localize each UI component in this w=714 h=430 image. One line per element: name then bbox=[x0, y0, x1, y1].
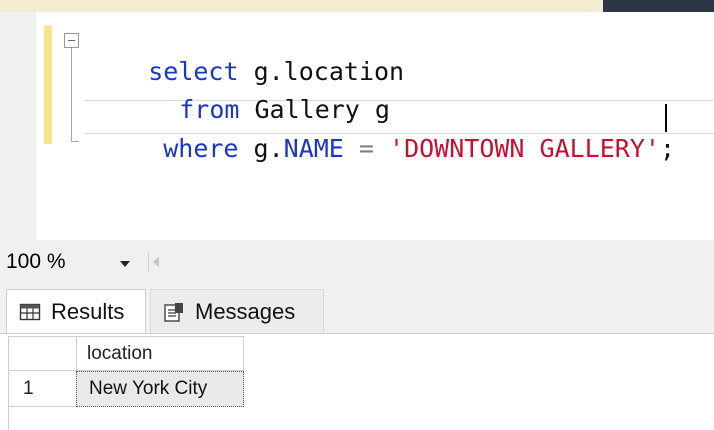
outline-end bbox=[71, 141, 79, 142]
collapse-icon[interactable] bbox=[64, 33, 79, 48]
zoom-level[interactable]: 100 % bbox=[6, 250, 66, 274]
document-tab[interactable] bbox=[603, 0, 714, 12]
messages-icon bbox=[164, 302, 183, 322]
tab-label: Results bbox=[51, 298, 125, 324]
tab-messages[interactable]: Messages bbox=[150, 289, 324, 333]
outline-line bbox=[71, 48, 72, 142]
query-editor[interactable]: select g.location from Gallery g where g… bbox=[0, 0, 714, 240]
editor-tab-strip bbox=[0, 0, 714, 12]
terminator: ; bbox=[659, 134, 676, 163]
string-literal: 'DOWNTOWN GALLERY' bbox=[389, 134, 660, 163]
column-name: NAME bbox=[283, 134, 344, 163]
scroll-left-icon[interactable] bbox=[148, 252, 165, 272]
column-header-location[interactable]: location bbox=[76, 336, 244, 371]
code-line-3[interactable]: where g.NAME = 'DOWNTOWN GALLERY'; bbox=[103, 101, 675, 197]
keyword: where bbox=[163, 134, 239, 163]
editor-margin bbox=[0, 12, 36, 240]
grid-icon bbox=[19, 303, 41, 320]
tab-label: Messages bbox=[195, 298, 296, 324]
operator: = bbox=[343, 134, 390, 163]
change-indicator bbox=[44, 26, 52, 144]
grid-corner[interactable] bbox=[8, 336, 76, 371]
row-number[interactable]: 1 bbox=[8, 371, 76, 407]
tab-results[interactable]: Results bbox=[6, 289, 146, 333]
zoom-bar bbox=[0, 240, 714, 286]
chevron-down-icon[interactable] bbox=[116, 256, 134, 272]
table-cell[interactable]: New York City bbox=[76, 371, 244, 407]
code-text: g. bbox=[238, 134, 284, 163]
grid-border bbox=[8, 407, 9, 430]
text-caret bbox=[665, 104, 667, 132]
